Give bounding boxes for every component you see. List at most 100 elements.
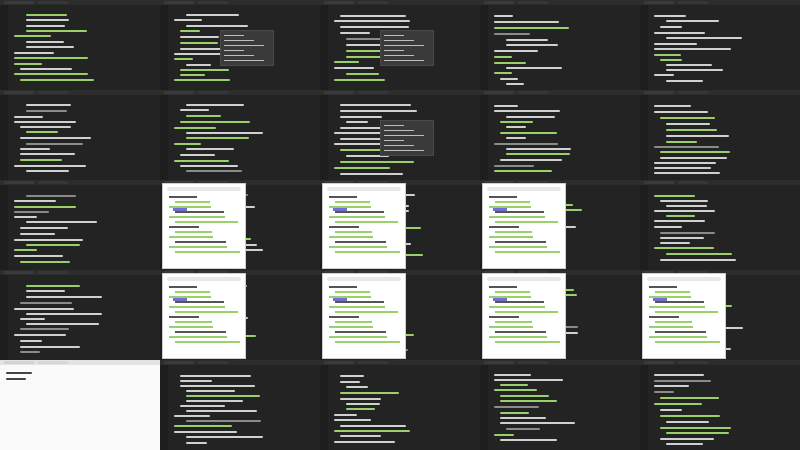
- menu-item[interactable]: [224, 60, 264, 61]
- code-area[interactable]: [14, 99, 154, 180]
- tab[interactable]: [38, 91, 68, 94]
- menu-item[interactable]: [384, 125, 404, 126]
- tab[interactable]: [164, 91, 194, 94]
- tab[interactable]: [678, 361, 708, 364]
- code-area[interactable]: [14, 189, 154, 270]
- tab[interactable]: [164, 361, 194, 364]
- menu-item[interactable]: [224, 55, 254, 56]
- tab[interactable]: [38, 271, 68, 274]
- file-line: [6, 372, 32, 374]
- tab[interactable]: [38, 361, 68, 364]
- menu-item[interactable]: [384, 140, 404, 141]
- tab[interactable]: [678, 1, 708, 4]
- address-bar[interactable]: [167, 187, 241, 191]
- menu-item[interactable]: [384, 145, 414, 146]
- code-line: [174, 79, 230, 81]
- code-area[interactable]: [14, 279, 154, 360]
- tab[interactable]: [518, 1, 548, 4]
- tab[interactable]: [4, 91, 34, 94]
- menu-item[interactable]: [384, 130, 414, 131]
- autocomplete-menu[interactable]: [380, 30, 434, 66]
- code-area[interactable]: [14, 9, 154, 90]
- code-line: [666, 69, 723, 71]
- menu-item[interactable]: [384, 55, 414, 56]
- code-area[interactable]: [494, 9, 634, 90]
- menu-item[interactable]: [224, 45, 264, 46]
- code-line: [186, 115, 221, 117]
- menu-item[interactable]: [384, 150, 424, 151]
- json-line: [489, 316, 519, 318]
- tab[interactable]: [518, 91, 548, 94]
- code-area[interactable]: [174, 369, 314, 450]
- code-area[interactable]: [174, 99, 314, 180]
- tab[interactable]: [38, 1, 68, 4]
- browser-window[interactable]: [482, 183, 566, 269]
- tab[interactable]: [164, 1, 194, 4]
- autocomplete-menu[interactable]: [380, 120, 434, 156]
- tab[interactable]: [4, 271, 34, 274]
- address-bar[interactable]: [487, 277, 561, 281]
- address-bar[interactable]: [487, 187, 561, 191]
- tab[interactable]: [198, 361, 228, 364]
- browser-window[interactable]: [642, 273, 726, 359]
- browser-window[interactable]: [322, 183, 406, 269]
- autocomplete-menu[interactable]: [220, 30, 274, 66]
- tab[interactable]: [4, 1, 34, 4]
- json-line: [495, 241, 546, 243]
- tab[interactable]: [678, 181, 708, 184]
- code-line: [660, 438, 714, 440]
- tab[interactable]: [644, 1, 674, 4]
- code-line: [186, 442, 207, 444]
- tab[interactable]: [4, 361, 34, 364]
- address-bar[interactable]: [327, 277, 401, 281]
- code-line: [14, 308, 74, 310]
- code-line: [26, 244, 80, 246]
- menu-item[interactable]: [224, 40, 254, 41]
- tab[interactable]: [358, 91, 388, 94]
- tab[interactable]: [644, 91, 674, 94]
- code-line: [174, 143, 201, 145]
- screenshot-tile: [480, 90, 640, 180]
- tab[interactable]: [358, 361, 388, 364]
- browser-window[interactable]: [162, 273, 246, 359]
- menu-item[interactable]: [384, 35, 404, 36]
- tab[interactable]: [324, 1, 354, 4]
- code-line: [20, 261, 70, 263]
- tab[interactable]: [678, 91, 708, 94]
- tab[interactable]: [484, 361, 514, 364]
- browser-window[interactable]: [322, 273, 406, 359]
- tab[interactable]: [644, 181, 674, 184]
- code-area[interactable]: [654, 99, 794, 180]
- menu-item[interactable]: [384, 45, 424, 46]
- code-area[interactable]: [494, 369, 634, 450]
- tab[interactable]: [518, 361, 548, 364]
- tab[interactable]: [324, 91, 354, 94]
- tab[interactable]: [358, 1, 388, 4]
- code-line: [180, 109, 209, 111]
- code-area[interactable]: [334, 369, 474, 450]
- code-area[interactable]: [654, 189, 794, 270]
- address-bar[interactable]: [647, 277, 721, 281]
- tab[interactable]: [38, 181, 68, 184]
- browser-window[interactable]: [482, 273, 566, 359]
- menu-item[interactable]: [384, 40, 414, 41]
- menu-item[interactable]: [224, 50, 244, 51]
- menu-item[interactable]: [224, 35, 244, 36]
- tab[interactable]: [198, 1, 228, 4]
- menu-item[interactable]: [384, 60, 424, 61]
- menu-item[interactable]: [384, 50, 404, 51]
- tab[interactable]: [4, 181, 34, 184]
- tab[interactable]: [484, 91, 514, 94]
- code-line: [660, 151, 730, 153]
- tab[interactable]: [198, 91, 228, 94]
- menu-item[interactable]: [384, 135, 424, 136]
- tab[interactable]: [324, 361, 354, 364]
- tab[interactable]: [484, 1, 514, 4]
- address-bar[interactable]: [167, 277, 241, 281]
- browser-window[interactable]: [162, 183, 246, 269]
- address-bar[interactable]: [327, 187, 401, 191]
- code-area[interactable]: [654, 9, 794, 90]
- code-area[interactable]: [654, 369, 794, 450]
- tab[interactable]: [644, 361, 674, 364]
- code-area[interactable]: [494, 99, 634, 180]
